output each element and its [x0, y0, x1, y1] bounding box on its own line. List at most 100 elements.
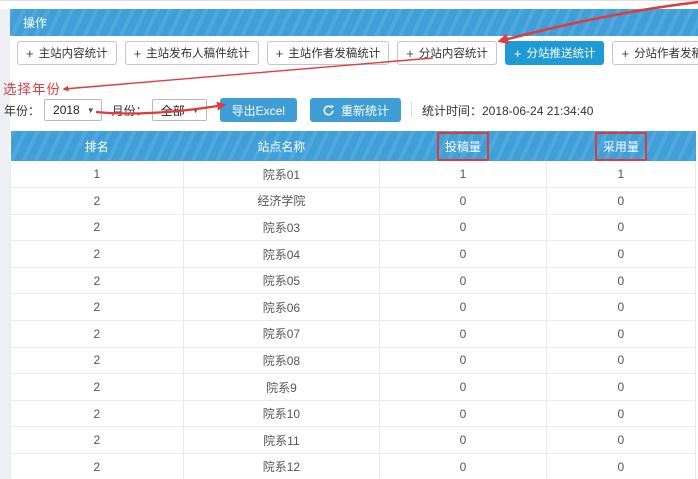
table-row: 2院系0800 — [11, 347, 696, 374]
column-header-adopted: 采用量 — [546, 131, 695, 161]
month-select-value: 全部 — [161, 102, 185, 119]
cell-site-name: 院系08 — [183, 347, 380, 374]
refresh-icon — [322, 104, 335, 117]
column-header-submissions: 投稿量 — [380, 131, 546, 161]
cell-site-name: 院系03 — [183, 214, 380, 241]
cell-site-name: 院系06 — [183, 294, 380, 321]
main-site-publisher-stats-label: 主站发布人稿件统计 — [146, 45, 250, 61]
cell-adopted: 0 — [546, 400, 695, 427]
stat-time-value: 2018-06-24 21:34:40 — [482, 104, 593, 118]
cell-submissions: 0 — [380, 427, 546, 454]
main-site-author-stats-label: 主站作者发稿统计 — [288, 45, 380, 61]
column-header-rank: 排名 — [11, 131, 184, 161]
cell-rank: 2 — [11, 188, 184, 215]
plus-icon: + — [621, 47, 629, 60]
year-select[interactable]: 2018 ▼ — [44, 99, 102, 121]
cell-adopted: 0 — [546, 454, 695, 479]
cell-rank: 2 — [11, 374, 184, 401]
table-row: 2院系0300 — [11, 214, 696, 241]
chevron-down-icon: ▼ — [192, 106, 200, 115]
stats-button-bar: +主站内容统计+主站发布人稿件统计+主站作者发稿统计+分站内容统计+分站推送统计… — [17, 41, 694, 65]
month-select[interactable]: 全部 ▼ — [152, 99, 207, 121]
plus-icon: + — [134, 47, 142, 60]
cell-adopted: 0 — [546, 427, 695, 454]
sub-site-author-stats-label: 分站作者发稿统计 — [634, 45, 698, 61]
sub-site-content-stats-button[interactable]: + 分站内容统计 — [397, 41, 497, 65]
cell-submissions: 0 — [380, 321, 546, 348]
cell-rank: 2 — [11, 454, 184, 479]
table-row: 2院系1100 — [11, 427, 696, 454]
select-year-annotation: 选择年份 — [3, 78, 61, 98]
plus-icon: + — [406, 47, 414, 60]
column-header-label: 排名 — [85, 140, 109, 154]
cell-rank: 2 — [11, 241, 184, 268]
table-row: 2院系1200 — [11, 454, 696, 479]
plus-icon: + — [514, 47, 522, 60]
cell-submissions: 0 — [380, 374, 546, 401]
cell-adopted: 0 — [546, 321, 695, 348]
cell-site-name: 院系9 — [183, 374, 380, 401]
cell-submissions: 1 — [380, 161, 546, 188]
cell-submissions: 0 — [380, 188, 546, 215]
export-excel-button[interactable]: 导出Excel — [220, 98, 297, 122]
cell-site-name: 院系01 — [183, 161, 380, 188]
cell-site-name: 院系10 — [183, 400, 380, 427]
cell-adopted: 0 — [546, 374, 695, 401]
cell-adopted: 0 — [546, 294, 695, 321]
cell-rank: 1 — [11, 161, 184, 188]
main-site-author-stats-button[interactable]: +主站作者发稿统计 — [267, 41, 390, 65]
cell-site-name: 经济学院 — [183, 188, 380, 215]
cell-site-name: 院系11 — [183, 427, 380, 454]
cell-rank: 2 — [11, 427, 184, 454]
cell-adopted: 0 — [546, 347, 695, 374]
cell-adopted: 1 — [546, 161, 695, 188]
main-site-publisher-stats-button[interactable]: + 主站发布人稿件统计 — [125, 41, 259, 65]
cell-rank: 2 — [11, 214, 184, 241]
export-excel-label: 导出Excel — [232, 102, 285, 119]
cell-submissions: 0 — [380, 400, 546, 427]
sub-site-push-stats-button[interactable]: + 分站推送统计 — [505, 41, 605, 65]
cell-adopted: 0 — [546, 267, 695, 294]
month-label: 月份： — [112, 102, 148, 119]
sub-site-push-stats-label: 分站推送统计 — [526, 45, 595, 61]
table-body: 1院系01112经济学院002院系03002院系04002院系05002院系06… — [11, 161, 696, 479]
cell-submissions: 0 — [380, 241, 546, 268]
stat-time-label: 统计时间： — [422, 104, 482, 118]
cell-rank: 2 — [11, 347, 184, 374]
column-header-label: 采用量 — [595, 132, 647, 161]
table-row: 2院系0600 — [11, 294, 696, 321]
main-site-content-stats-button[interactable]: +主站内容统计 — [17, 41, 117, 65]
cell-rank: 2 — [11, 294, 184, 321]
cell-adopted: 0 — [546, 214, 695, 241]
panel-header: 操作 — [10, 9, 698, 36]
cell-submissions: 0 — [380, 454, 546, 479]
sub-site-content-stats-label: 分站内容统计 — [419, 45, 488, 61]
cell-rank: 2 — [11, 321, 184, 348]
cell-submissions: 0 — [380, 267, 546, 294]
cell-site-name: 院系12 — [183, 454, 380, 479]
ranking-table: 排名站点名称投稿量采用量 1院系01112经济学院002院系03002院系040… — [10, 131, 696, 479]
divider — [411, 102, 412, 118]
stat-time: 统计时间：2018-06-24 21:34:40 — [422, 102, 593, 119]
push-stats-page: 操作 +主站内容统计+主站发布人稿件统计+主站作者发稿统计+分站内容统计+分站推… — [0, 0, 698, 479]
column-header-label: 站点名称 — [257, 140, 305, 154]
refresh-stats-button[interactable]: 重新统计 — [310, 98, 401, 122]
table-header-row: 排名 站点名称 投稿量 采用量 — [11, 131, 696, 161]
year-label: 年份： — [4, 102, 40, 119]
sub-site-author-stats-button[interactable]: + 分站作者发稿统计 — [612, 41, 698, 65]
table-row: 2经济学院00 — [11, 188, 696, 215]
cell-submissions: 0 — [380, 214, 546, 241]
filter-controls: 年份： 2018 ▼ 月份： 全部 ▼ 导出Excel 重新统计 统计 — [4, 98, 593, 122]
panel-title: 操作 — [23, 14, 47, 31]
table-row: 2院系0700 — [11, 321, 696, 348]
cell-site-name: 院系07 — [183, 321, 380, 348]
cell-submissions: 0 — [380, 294, 546, 321]
table-row: 1院系0111 — [11, 161, 696, 188]
table-row: 2院系0500 — [11, 267, 696, 294]
table-row: 2院系1000 — [11, 400, 696, 427]
cell-rank: 2 — [11, 400, 184, 427]
column-header-label: 投稿量 — [437, 132, 489, 161]
main-site-content-stats-label: 主站内容统计 — [39, 45, 108, 61]
cell-rank: 2 — [11, 267, 184, 294]
year-select-value: 2018 — [53, 103, 80, 117]
